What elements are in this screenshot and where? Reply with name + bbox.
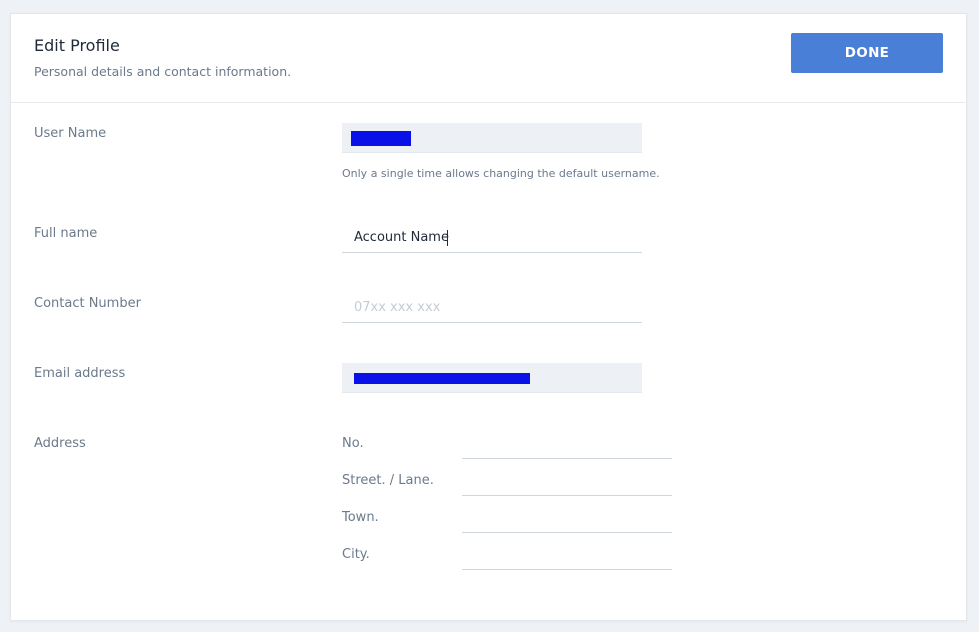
address-town-field[interactable] <box>462 503 672 533</box>
username-redaction <box>351 131 411 146</box>
full-name-label: Full name <box>34 226 98 241</box>
address-label: Address <box>34 436 86 451</box>
username-label: User Name <box>34 126 107 141</box>
full-name-field[interactable] <box>342 223 642 253</box>
card-header: Edit Profile Personal details and contac… <box>11 14 966 103</box>
address-no-label: No. <box>342 436 364 451</box>
email-label: Email address <box>34 366 126 381</box>
edit-profile-card: Edit Profile Personal details and contac… <box>10 13 967 621</box>
text-caret <box>447 230 448 246</box>
address-city-label: City. <box>342 547 370 562</box>
address-town-label: Town. <box>342 510 379 525</box>
page-subtitle: Personal details and contact information… <box>34 64 292 79</box>
page-title: Edit Profile <box>34 36 120 55</box>
address-no-field[interactable] <box>462 429 672 459</box>
address-street-field[interactable] <box>462 466 672 496</box>
done-button[interactable]: DONE <box>791 33 943 73</box>
username-hint: Only a single time allows changing the d… <box>342 167 660 180</box>
email-redaction <box>354 373 530 384</box>
contact-number-label: Contact Number <box>34 296 141 311</box>
address-city-field[interactable] <box>462 540 672 570</box>
address-street-label: Street. / Lane. <box>342 473 434 488</box>
contact-number-field[interactable] <box>342 293 642 323</box>
